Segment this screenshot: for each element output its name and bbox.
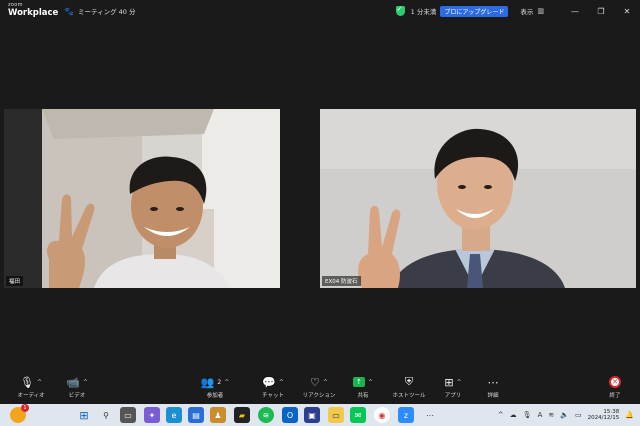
audio-button[interactable]: 🎙 ^ オーディオ <box>8 375 54 400</box>
clock[interactable]: 15:38 2024/12/15 <box>588 409 620 422</box>
chat-button[interactable]: 💬 ^ チャット <box>250 375 296 400</box>
spotify-icon[interactable]: ≋ <box>258 407 274 423</box>
participant-name-label: 福田 <box>6 276 24 286</box>
file-explorer-icon[interactable]: ▭ <box>328 407 344 423</box>
windows-start-icon[interactable]: ⊞ <box>76 407 92 423</box>
copilot-icon[interactable]: ✦ <box>144 407 160 423</box>
clock-date: 2024/12/15 <box>587 415 620 421</box>
wifi-icon[interactable]: ≋ <box>548 411 554 419</box>
video-button[interactable]: 📹 ^ ビデオ <box>54 375 100 400</box>
end-label: 終了 <box>609 393 621 399</box>
participant-name-label: EX04 防波石 <box>322 276 361 286</box>
search-icon[interactable]: ⚲ <box>98 407 114 423</box>
chat-bubble-icon: 💬 <box>262 375 276 389</box>
minimize-icon[interactable]: — <box>562 7 588 16</box>
more-apps-icon[interactable]: ⋯ <box>422 407 438 423</box>
participant-video-left[interactable]: 福田 <box>4 109 280 288</box>
upgrade-button[interactable]: プロにアップグレード <box>440 5 509 17</box>
participant-video-right[interactable]: EX04 防波石 <box>320 109 636 288</box>
weather-widget-icon[interactable]: 1 <box>10 404 29 423</box>
participant-video-image <box>320 109 636 288</box>
shield-icon: ⛨ <box>404 375 414 388</box>
close-x-icon: ✕ <box>609 376 621 388</box>
cloud-icon[interactable]: ☁ <box>510 411 517 419</box>
sticky-notes-icon[interactable]: ▰ <box>234 407 250 423</box>
host-tools-label: ホストツール <box>392 393 426 399</box>
zoom-icon[interactable]: z <box>398 407 414 423</box>
app-icon[interactable]: ♟ <box>210 407 226 423</box>
notification-badge: 1 <box>21 404 29 412</box>
chevron-up-icon[interactable]: ^ <box>224 379 229 386</box>
share-arrow-icon: ↑ <box>352 377 365 387</box>
chevron-up-icon[interactable]: ^ <box>279 379 284 386</box>
chrome-icon[interactable]: ◉ <box>374 407 390 423</box>
share-button[interactable]: ↑ ^ 共有 <box>340 375 386 399</box>
more-label: 詳細 <box>487 393 499 399</box>
remaining-time: 1 分未満 <box>410 8 437 16</box>
notification-bell-icon[interactable]: 🔔 <box>625 411 634 419</box>
microphone-icon[interactable]: 🎙 <box>523 411 532 419</box>
host-tools-button[interactable]: ⛨ ホストツール <box>386 375 432 399</box>
gallery-grid-icon[interactable]: ▥ <box>537 7 544 15</box>
participants-count: 2 <box>217 378 222 386</box>
line-icon[interactable]: ✉ <box>350 407 366 423</box>
view-button[interactable]: 表示 <box>520 6 533 16</box>
end-button[interactable]: ✕ 終了 <box>592 375 638 399</box>
font-icon[interactable]: A <box>538 411 543 419</box>
apps-grid-icon: ⊞ <box>444 375 454 389</box>
windows-taskbar: 1 ⊞ ⚲ ▭ ✦ e ▤ ♟ ▰ ≋ O ▣ ▭ ✉ ◉ z ⋯ ^ ☁ 🎙 … <box>0 404 640 426</box>
people-icon: 👥 <box>200 375 215 389</box>
participants-button[interactable]: 👥 2 ^ 参加者 <box>192 375 238 400</box>
close-icon[interactable]: ✕ <box>614 7 640 16</box>
restore-icon[interactable]: ❐ <box>588 7 614 16</box>
paw-icon: 🐾 <box>64 6 74 16</box>
camera-icon: 📹 <box>66 375 80 389</box>
participants-label: 参加者 <box>206 393 224 399</box>
chevron-up-icon[interactable]: ^ <box>323 379 328 386</box>
chat-label: チャット <box>262 393 284 399</box>
microphone-icon: 🎙 <box>20 375 34 389</box>
participant-video-image <box>4 109 280 288</box>
monitor-app-icon[interactable]: ▣ <box>304 407 320 423</box>
chevron-up-icon[interactable]: ^ <box>37 379 42 386</box>
title-bar: zoom Workplace 🐾 ミーティング 40 分 1 分未満 プロにアッ… <box>0 0 640 22</box>
audio-label: オーディオ <box>17 393 45 399</box>
reactions-button[interactable]: ♡ ^ リアクション <box>296 375 342 400</box>
chevron-up-icon[interactable]: ^ <box>368 379 373 386</box>
chevron-up-icon[interactable]: ^ <box>83 379 88 386</box>
apps-label: アプリ <box>444 393 462 399</box>
share-label: 共有 <box>357 393 369 399</box>
volume-icon[interactable]: 🔈 <box>560 411 569 419</box>
store-icon[interactable]: ▤ <box>188 407 204 423</box>
meeting-duration-label: ミーティング 40 分 <box>77 8 136 16</box>
system-tray: ^ ☁ 🎙 A ≋ 🔈 ▭ 15:38 2024/12/15 🔔 <box>498 404 640 426</box>
meeting-info[interactable]: 🐾 ミーティング 40 分 <box>64 6 136 17</box>
heart-icon: ♡ <box>310 375 320 389</box>
more-button[interactable]: ⋯ 詳細 <box>470 375 516 400</box>
chevron-up-icon[interactable]: ^ <box>457 379 462 386</box>
title-bar-right: 1 分未満 プロにアップグレード 表示 ▥ — ❐ ✕ <box>395 0 640 22</box>
security-shield-icon[interactable] <box>395 5 405 16</box>
video-label: ビデオ <box>68 393 86 399</box>
brand-name: Workplace <box>8 8 59 18</box>
battery-icon[interactable]: ▭ <box>575 411 582 419</box>
task-view-icon[interactable]: ▭ <box>120 407 136 423</box>
edge-icon[interactable]: e <box>166 407 182 423</box>
app-brand: zoom Workplace <box>8 3 58 18</box>
meeting-toolbar: 🎙 ^ オーディオ 📹 ^ ビデオ 👥 2 ^ 参加者 💬 ^ チャット ♡ ^ リアクショ… <box>0 372 640 404</box>
chevron-up-icon[interactable]: ^ <box>498 411 504 419</box>
reactions-label: リアクション <box>302 393 336 399</box>
more-dots-icon: ⋯ <box>487 375 499 389</box>
outlook-icon[interactable]: O <box>282 407 298 423</box>
